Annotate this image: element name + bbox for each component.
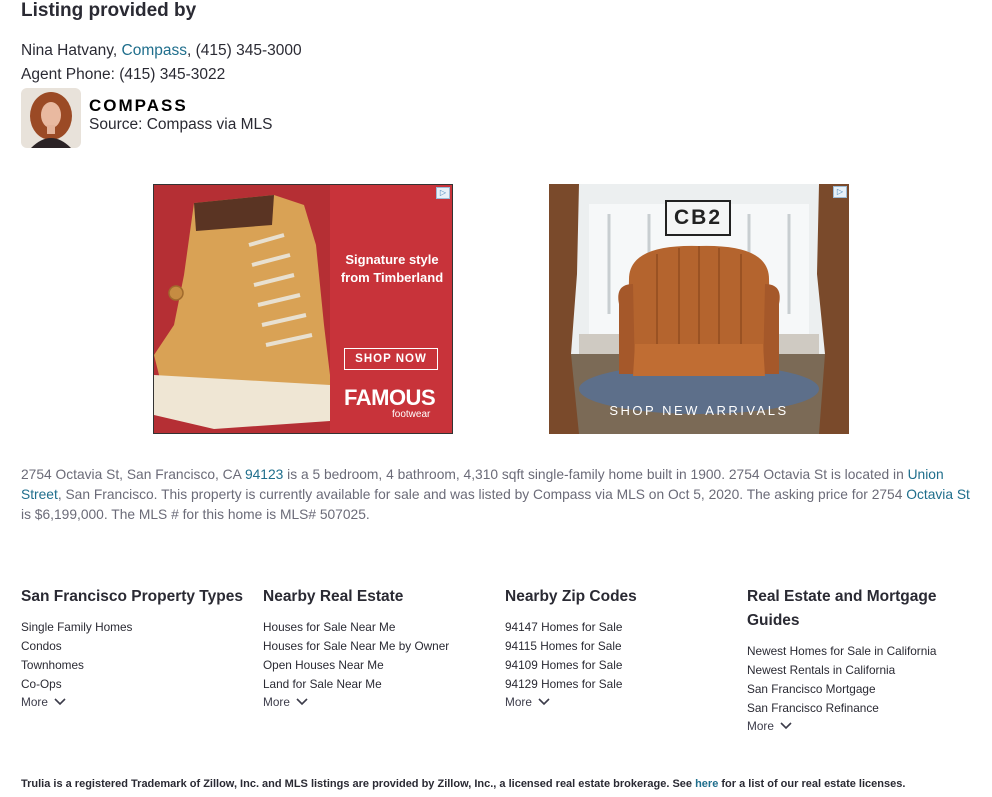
column-title: Nearby Zip Codes: [505, 588, 637, 605]
chevron-down-icon: [296, 698, 308, 706]
more-toggle[interactable]: More: [21, 695, 251, 709]
footer-text: Trulia is a registered Trademark of Zill…: [21, 778, 696, 790]
description-text: , San Francisco. This property is curren…: [57, 487, 907, 502]
footer-licenses-link[interactable]: here: [695, 778, 718, 790]
column-guides: Real Estate and Mortgage Guides Newest H…: [747, 585, 972, 733]
ad-tagline: Signature style from Timberland: [340, 252, 444, 285]
agent-avatar: [21, 88, 81, 148]
more-label: More: [747, 719, 774, 733]
brokerage-phone: , (415) 345-3000: [186, 42, 302, 59]
more-label: More: [263, 695, 290, 709]
description-text: is a 5 bedroom, 4 bathroom, 4,310 sqft s…: [283, 467, 908, 482]
column-link[interactable]: San Francisco Mortgage: [747, 680, 972, 699]
chevron-down-icon: [780, 722, 792, 730]
column-link[interactable]: San Francisco Refinance: [747, 699, 972, 718]
zip-link[interactable]: 94123: [245, 467, 283, 482]
chevron-down-icon: [538, 698, 550, 706]
more-label: More: [21, 695, 48, 709]
more-label: More: [505, 695, 532, 709]
ad-banner-furniture[interactable]: ▷ CB2 SHOP NEW ARRIVALS: [549, 184, 849, 434]
column-link[interactable]: Newest Homes for Sale in California: [747, 642, 972, 661]
column-title: San Francisco Property Types: [21, 588, 243, 605]
adchoices-icon[interactable]: ▷: [436, 187, 450, 199]
chevron-down-icon: [54, 698, 66, 706]
column-nearby-real-estate: Nearby Real Estate Houses for Sale Near …: [263, 585, 493, 709]
agent-line: Nina Hatvany, Compass, (415) 345-3000: [21, 42, 302, 60]
agent-phone: (415) 345-3022: [119, 66, 226, 83]
listing-heading: Listing provided by: [21, 0, 197, 21]
ad-shop-new-arrivals[interactable]: SHOP NEW ARRIVALS: [549, 403, 849, 418]
column-title: Nearby Real Estate: [263, 588, 404, 605]
column-link[interactable]: Land for Sale Near Me: [263, 675, 493, 694]
column-link[interactable]: Single Family Homes: [21, 618, 251, 637]
column-link[interactable]: Open Houses Near Me: [263, 656, 493, 675]
listing-source: Source: Compass via MLS: [89, 116, 273, 133]
column-link[interactable]: Co-Ops: [21, 675, 251, 694]
column-link[interactable]: Houses for Sale Near Me: [263, 618, 493, 637]
description-text: is $6,199,000. The MLS # for this home i…: [21, 507, 370, 522]
adchoices-icon[interactable]: ▷: [833, 186, 847, 198]
column-link[interactable]: Houses for Sale Near Me by Owner: [263, 637, 493, 656]
column-property-types: San Francisco Property Types Single Fami…: [21, 585, 251, 709]
column-nearby-zip-codes: Nearby Zip Codes 94147 Homes for Sale 94…: [505, 585, 735, 709]
ad-brand-logo: FAMOUS: [344, 385, 436, 410]
more-toggle[interactable]: More: [263, 695, 493, 709]
more-toggle[interactable]: More: [505, 695, 735, 709]
column-link[interactable]: 94115 Homes for Sale: [505, 637, 735, 656]
footer-disclaimer: Trulia is a registered Trademark of Zill…: [21, 778, 905, 790]
ad-cb2-logo: CB2: [665, 200, 731, 236]
column-title: Real Estate and Mortgage Guides: [747, 588, 937, 629]
agent-phone-line: Agent Phone: (415) 345-3022: [21, 66, 225, 84]
street-link[interactable]: Octavia St: [906, 487, 970, 502]
property-description: 2754 Octavia St, San Francisco, CA 94123…: [21, 465, 981, 525]
column-link[interactable]: Newest Rentals in California: [747, 661, 972, 680]
column-link[interactable]: Townhomes: [21, 656, 251, 675]
ad-banner-footwear[interactable]: ▷ Signature style from Timberland SHOP N…: [153, 184, 453, 434]
agent-name: Nina Hatvany,: [21, 42, 122, 59]
compass-logo: COMPASS: [89, 96, 188, 115]
column-link[interactable]: Condos: [21, 637, 251, 656]
column-link[interactable]: 94109 Homes for Sale: [505, 656, 735, 675]
brokerage-link[interactable]: Compass: [122, 42, 187, 59]
ad-shop-now-button[interactable]: SHOP NOW: [344, 348, 438, 370]
more-toggle[interactable]: More: [747, 719, 972, 733]
ad-brand-sub: footwear: [392, 409, 431, 420]
column-link[interactable]: 94129 Homes for Sale: [505, 675, 735, 694]
description-text: 2754 Octavia St, San Francisco, CA: [21, 467, 245, 482]
column-link[interactable]: 94147 Homes for Sale: [505, 618, 735, 637]
agent-phone-label: Agent Phone:: [21, 66, 120, 83]
footer-text: for a list of our real estate licenses.: [718, 778, 906, 790]
